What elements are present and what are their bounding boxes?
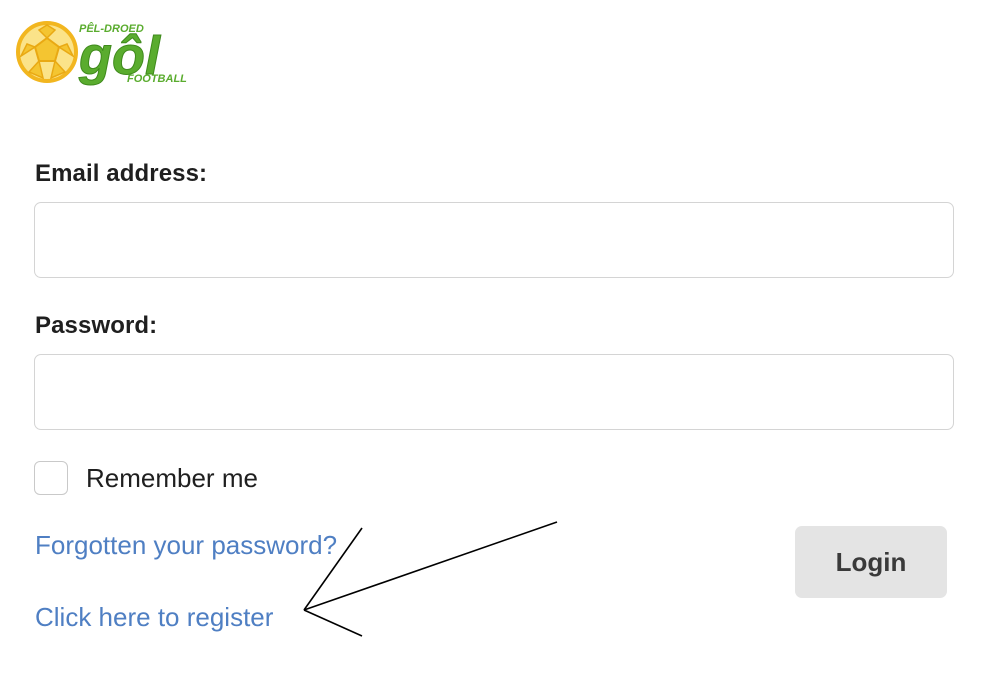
forgot-password-link[interactable]: Forgotten your password?	[35, 530, 337, 561]
football-icon	[16, 21, 78, 83]
remember-me-label[interactable]: Remember me	[86, 463, 258, 494]
remember-me-checkbox[interactable]	[34, 461, 68, 495]
remember-me-row: Remember me	[34, 461, 258, 495]
password-field[interactable]	[34, 354, 954, 430]
gol-football-logo: PÊL-DROED gôl FOOTBALL	[15, 16, 195, 86]
login-page: PÊL-DROED gôl FOOTBALL Email address: Pa…	[0, 0, 986, 676]
register-link[interactable]: Click here to register	[35, 602, 273, 633]
password-label: Password:	[35, 312, 158, 339]
email-label: Email address:	[35, 160, 208, 187]
email-field[interactable]	[34, 202, 954, 278]
login-button[interactable]: Login	[795, 526, 947, 598]
logo-bottom-text: FOOTBALL	[127, 73, 187, 85]
